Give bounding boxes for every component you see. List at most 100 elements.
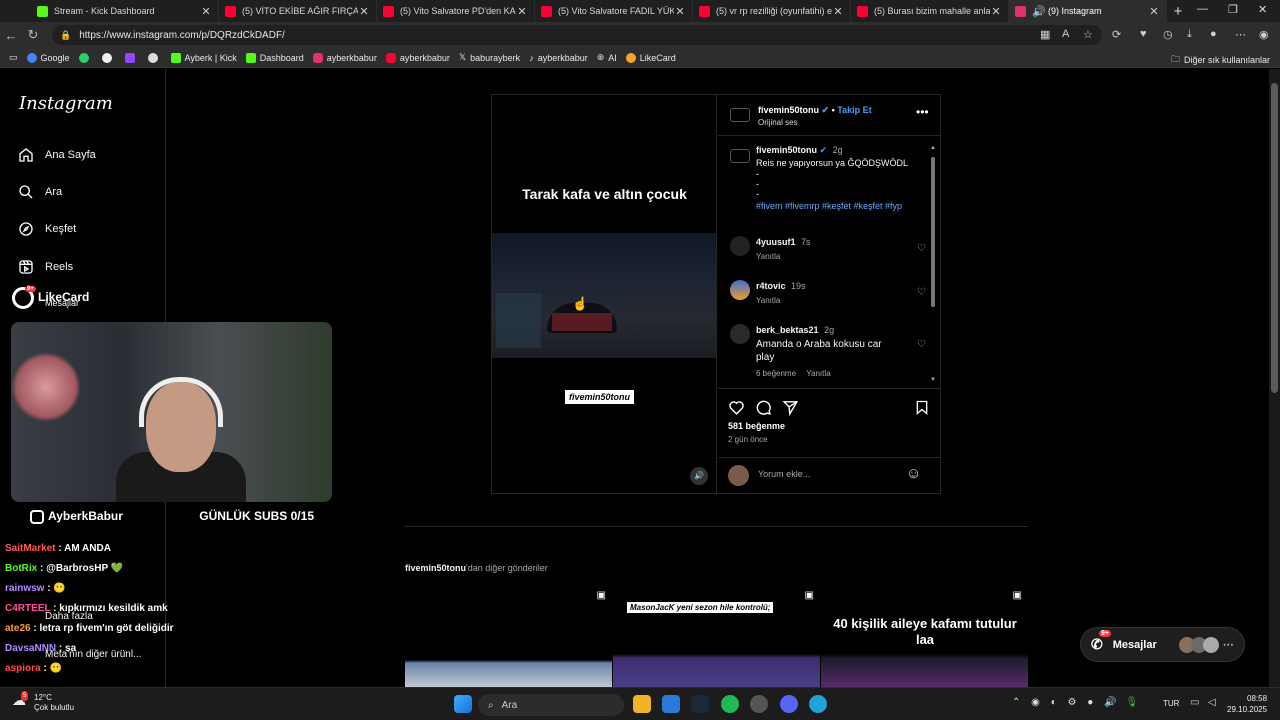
comment-username[interactable]: r4tovic (756, 281, 786, 291)
other-bookmarks[interactable]: 🗀 Diğer sık kullanılanlar (1171, 52, 1270, 68)
volume-icon[interactable]: ◁ (1208, 697, 1216, 708)
minimize-button[interactable]: — (1197, 3, 1208, 15)
video-frame[interactable]: ☝ (492, 233, 716, 358)
weather-widget[interactable]: ☁ 5 12°C Çok bulutlu (12, 691, 74, 713)
likes-count[interactable]: 581 beğenme (728, 421, 785, 431)
maximize-button[interactable]: ❐ (1228, 3, 1238, 16)
scroll-up-icon[interactable]: ▲ (930, 145, 936, 151)
close-icon[interactable]: ✕ (358, 5, 370, 18)
emoji-icon[interactable]: ☺ (906, 465, 921, 482)
audio-label[interactable]: Orijinal ses (758, 118, 798, 127)
save-icon[interactable] (914, 399, 930, 416)
scroll-thumb[interactable] (931, 157, 935, 307)
heart-icon[interactable]: ♡ (917, 243, 926, 254)
speaker-icon[interactable]: 🔊 (1032, 5, 1046, 18)
bookmark-instagram[interactable]: ayberkbabur (312, 52, 377, 63)
tab-youtube-4[interactable]: (5) vr rp rezilliği (oyunfatihi) ekib ✕ (693, 0, 851, 22)
favorites-icon[interactable]: ♥ (1140, 28, 1147, 40)
sidebar-item-more[interactable]: Daha fazla (45, 611, 93, 622)
reply-button[interactable]: Yanıtla (756, 296, 926, 305)
sidebar-item-meta[interactable]: Meta'nın diğer ürünl... (45, 649, 141, 660)
bookmark-ayberk-kick[interactable]: Ayberk | Kick (170, 52, 237, 63)
discord-icon[interactable] (780, 695, 798, 713)
comment-input[interactable]: Yorum ekle... (758, 469, 810, 479)
bookmark-youtube[interactable]: ayberkbabur (385, 52, 450, 63)
network-icon[interactable]: ▭ (1190, 697, 1199, 708)
post-media[interactable]: Tarak kafa ve altın çocuk ☝ fivemin50ton… (492, 95, 717, 493)
bookmark-ai[interactable]: ⊛ AI (597, 52, 617, 63)
close-icon[interactable]: ✕ (674, 5, 686, 18)
more-icon[interactable]: ⋯ (1235, 28, 1246, 41)
read-aloud-icon[interactable]: A (1062, 28, 1069, 40)
reply-button[interactable]: Yanıtla (756, 252, 926, 261)
more-options-icon[interactable]: ••• (916, 105, 929, 119)
start-icon[interactable] (454, 695, 472, 713)
comment-icon[interactable] (755, 399, 772, 416)
instagram-logo[interactable]: Instagram (19, 93, 113, 114)
history-icon[interactable]: ◷ (1163, 28, 1173, 41)
tray-app-icon[interactable]: ◉ (1031, 697, 1040, 708)
reload-icon[interactable]: ↻ (22, 27, 44, 43)
new-tab-button[interactable]: + (1167, 3, 1189, 20)
user-avatar[interactable] (728, 465, 749, 486)
bookmark-extra[interactable] (147, 52, 162, 63)
page-scrollbar[interactable] (1269, 69, 1280, 687)
heart-icon[interactable]: ♡ (917, 287, 926, 298)
sidebar-item-home[interactable]: Ana Sayfa (18, 147, 96, 163)
back-icon[interactable]: ← (0, 28, 22, 43)
star-icon[interactable]: ☆ (1083, 28, 1093, 41)
comment-username[interactable]: 4yuusuf1 (756, 237, 796, 247)
file-explorer-icon[interactable] (633, 695, 651, 713)
more-post-thumb[interactable]: MasonJacK yeni sezon hile kontrolü; ▣ (613, 588, 820, 687)
bookmark-chatgpt[interactable] (101, 52, 116, 63)
edge-icon[interactable] (809, 695, 827, 713)
comment-likes[interactable]: 6 beğenme (756, 369, 796, 378)
comments-scrollbar[interactable]: ▲ ▼ (930, 145, 936, 385)
bookmark-twitch[interactable] (124, 52, 139, 63)
spotify-icon[interactable] (721, 695, 739, 713)
sidebar-item-reels[interactable]: Reels (18, 259, 73, 275)
close-window-button[interactable]: ✕ (1258, 3, 1267, 16)
bookmark-likecard[interactable]: LikeCard (625, 52, 676, 63)
tab-instagram[interactable]: 🔊 (9) Instagram ✕ (1009, 0, 1167, 22)
volume-icon[interactable]: 🔊 (690, 467, 708, 485)
more-posts-user[interactable]: fivemin50tonu (405, 563, 466, 573)
download-icon[interactable]: ⤓ (1187, 28, 1192, 41)
avatar[interactable] (730, 236, 750, 256)
comment-username[interactable]: berk_bektas21 (756, 325, 819, 335)
more-post-thumb[interactable]: 40 kişilik aileye kafamı tutulur laa ▣ (821, 588, 1028, 687)
more-post-thumb[interactable]: ▣ (405, 588, 612, 687)
follow-button[interactable]: Takip Et (837, 105, 871, 115)
caption-username[interactable]: fivemin50tonu (756, 145, 817, 155)
bookmark-dashboard[interactable]: Dashboard (245, 52, 304, 63)
taskbar-search[interactable]: ⌕ Ara (478, 694, 624, 716)
scroll-thumb[interactable] (1271, 83, 1278, 393)
clock[interactable]: 08:58 29.10.2025 (1227, 693, 1267, 715)
bookmark-google[interactable]: Google (26, 52, 70, 63)
reading-list-icon[interactable]: ▭ (9, 52, 18, 63)
bookmark-whatsapp[interactable] (78, 52, 93, 63)
scroll-down-icon[interactable]: ▼ (930, 377, 936, 383)
reply-button[interactable]: Yanıtla (806, 369, 830, 378)
tray-app-icon[interactable]: ◐ (1051, 697, 1057, 708)
sidebar-item-messages[interactable]: Mesajlar (45, 298, 79, 308)
caption-hashtags[interactable]: #fivem #fivemrp #keşfet #keşfet #fyp (756, 201, 926, 211)
avatar[interactable] (730, 108, 750, 122)
settings-icon[interactable] (750, 695, 768, 713)
username-link[interactable]: fivemin50tonu (758, 105, 819, 115)
profile-icon[interactable]: ● (1210, 28, 1217, 40)
avatar[interactable] (730, 280, 750, 300)
share-icon[interactable] (782, 399, 799, 416)
steam-tray-icon[interactable]: ● (1087, 697, 1093, 708)
tab-kick-dashboard[interactable]: Stream - Kick Dashboard ✕ (31, 0, 219, 22)
bookmark-tiktok[interactable]: ♪ ayberkbabur (529, 53, 588, 63)
close-icon[interactable]: ✕ (516, 5, 528, 18)
heart-icon[interactable]: ♡ (917, 339, 926, 350)
tray-app-icon[interactable]: ⚙ (1068, 697, 1077, 708)
steam-icon[interactable] (691, 695, 709, 713)
language-indicator[interactable]: TUR (1163, 699, 1179, 708)
close-icon[interactable]: ✕ (200, 5, 212, 18)
url-field[interactable]: 🔒 https://www.instagram.com/p/DQRzdCkDAD… (52, 25, 1102, 45)
tab-youtube-1[interactable]: (5) VİTO EKİBE AĞIR FIRÇA ATIYO ✕ (219, 0, 377, 22)
chevron-up-icon[interactable]: ⌃ (1012, 697, 1020, 708)
